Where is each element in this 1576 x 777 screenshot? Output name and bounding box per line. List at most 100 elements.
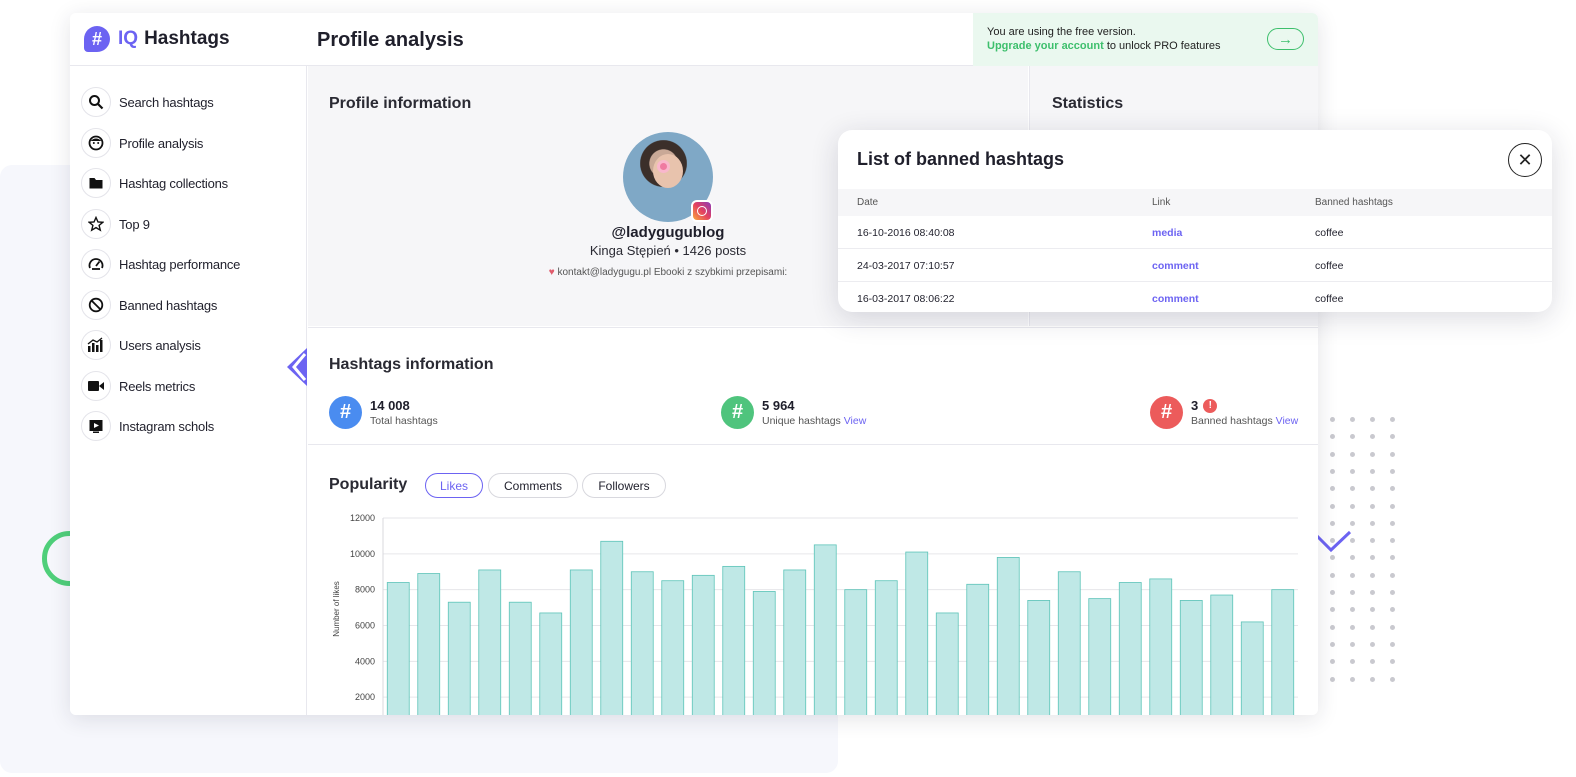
- bar[interactable]: [661, 580, 685, 715]
- bar[interactable]: [386, 582, 410, 716]
- bar[interactable]: [1271, 589, 1295, 715]
- column-header-link: Link: [1152, 197, 1171, 208]
- profile-information-title: Profile information: [329, 95, 472, 112]
- table-row: 16-03-2017 08:06:22 comment coffee: [838, 282, 1552, 312]
- y-tick-label: 6000: [355, 621, 375, 631]
- row-date: 24-03-2017 07:10:57: [857, 260, 955, 272]
- folder-icon: [81, 168, 111, 198]
- sidebar-item-label: Reels metrics: [119, 378, 196, 394]
- brand-iq: IQ: [118, 28, 139, 49]
- bar[interactable]: [1149, 578, 1173, 715]
- sidebar-item-search-hashtags[interactable]: Search hashtags: [81, 86, 214, 118]
- total-hashtags-caption: Total hashtags: [370, 415, 438, 427]
- unique-hashtags-caption-row: Unique hashtags View: [762, 415, 866, 427]
- row-hashtag: coffee: [1315, 293, 1344, 305]
- bar[interactable]: [1088, 598, 1112, 715]
- banner-unlock-text: to unlock PRO features: [1106, 40, 1221, 52]
- logo[interactable]: # IQ Hashtags: [84, 26, 230, 52]
- tab-comments[interactable]: Comments: [488, 473, 578, 498]
- unique-hashtags-view-link[interactable]: View: [844, 415, 867, 427]
- sidebar-item-top-9[interactable]: Top 9: [81, 208, 150, 240]
- unique-hashtags-value: 5 964: [762, 398, 795, 413]
- row-date: 16-03-2017 08:06:22: [857, 293, 955, 305]
- column-header-date: Date: [857, 197, 879, 208]
- bar[interactable]: [752, 591, 776, 715]
- sidebar-item-hashtag-collections[interactable]: Hashtag collections: [81, 167, 228, 199]
- bar[interactable]: [783, 569, 807, 715]
- app-window: # IQ Hashtags Profile analysis You are u…: [70, 13, 1318, 715]
- row-link[interactable]: comment: [1152, 260, 1199, 272]
- banned-hashtags-stat: # 3! Banned hashtags View: [1150, 396, 1298, 429]
- sidebar-item-label: Hashtag performance: [119, 256, 241, 272]
- popularity-title: Popularity: [329, 476, 408, 493]
- row-link[interactable]: comment: [1152, 293, 1199, 305]
- sidebar-item-label: Users analysis: [119, 337, 201, 353]
- bar[interactable]: [966, 583, 990, 715]
- banned-hashtags-caption: Banned hashtags: [1191, 415, 1273, 427]
- close-button[interactable]: ✕: [1508, 143, 1542, 177]
- bar[interactable]: [417, 573, 441, 715]
- tab-followers[interactable]: Followers: [582, 473, 666, 498]
- sidebar-item-profile-analysis[interactable]: Profile analysis: [81, 127, 203, 159]
- row-link[interactable]: media: [1152, 227, 1182, 239]
- sidebar-item-label: Top 9: [119, 216, 150, 232]
- bar[interactable]: [569, 569, 593, 715]
- sidebar-collapse-toggle[interactable]: [285, 346, 309, 388]
- sidebar-item-label: Banned hashtags: [119, 297, 218, 313]
- sidebar-item-label: Hashtag collections: [119, 175, 228, 191]
- star-icon: [81, 209, 111, 239]
- bar[interactable]: [1210, 594, 1234, 715]
- bar[interactable]: [600, 540, 624, 715]
- sidebar-item-instagram-schols[interactable]: Instagram schols: [81, 410, 214, 442]
- bar[interactable]: [478, 569, 502, 715]
- sidebar-item-users-analysis[interactable]: Users analysis: [81, 329, 201, 361]
- bar[interactable]: [722, 565, 746, 715]
- upgrade-account-link[interactable]: Upgrade your account: [987, 40, 1104, 52]
- statistics-title: Statistics: [1052, 95, 1124, 112]
- bar[interactable]: [691, 574, 715, 715]
- bar[interactable]: [1179, 600, 1203, 715]
- sidebar-item-banned-hashtags[interactable]: Banned hashtags: [81, 289, 217, 321]
- sidebar-item-hashtag-performance[interactable]: Hashtag performance: [81, 248, 240, 280]
- bar[interactable]: [508, 601, 532, 715]
- bar[interactable]: [1118, 582, 1142, 716]
- hashtags-information-section: Hashtags information # 14 008 Total hash…: [308, 327, 1318, 445]
- gauge-icon: [81, 249, 111, 279]
- upgrade-arrow-button[interactable]: →: [1267, 28, 1304, 50]
- y-tick-label: 8000: [355, 585, 375, 595]
- bar[interactable]: [630, 571, 654, 715]
- bar[interactable]: [539, 612, 563, 715]
- bar[interactable]: [1057, 571, 1081, 715]
- bar[interactable]: [874, 580, 898, 715]
- hashtag-icon: #: [1150, 396, 1183, 429]
- bar[interactable]: [813, 544, 837, 715]
- banned-hashtags-value-row: 3!: [1191, 398, 1298, 413]
- table-row: 24-03-2017 07:10:57 comment coffee: [838, 249, 1552, 282]
- bar[interactable]: [1240, 621, 1264, 715]
- table-row: 16-10-2016 08:40:08 media coffee: [838, 216, 1552, 249]
- avatar: [623, 132, 713, 222]
- page-title: Profile analysis: [317, 29, 464, 51]
- bar-chart-icon: [81, 330, 111, 360]
- banned-hashtags-view-link[interactable]: View: [1276, 415, 1299, 427]
- sidebar-item-reels-metrics[interactable]: Reels metrics: [81, 370, 195, 402]
- total-hashtags-value: 14 008: [370, 398, 410, 413]
- popularity-section: Popularity Likes Comments Followers 2000…: [308, 446, 1318, 715]
- bar[interactable]: [905, 551, 929, 715]
- banner-line2: Upgrade your account to unlock PRO featu…: [987, 40, 1221, 52]
- search-icon: [81, 87, 111, 117]
- heart-icon: ♥: [548, 267, 555, 278]
- sidebar: Search hashtags Profile analysis Hashtag…: [70, 66, 307, 715]
- bar[interactable]: [935, 612, 959, 715]
- tab-likes[interactable]: Likes: [425, 473, 483, 498]
- hashtag-icon: #: [329, 396, 362, 429]
- banned-hashtags-value: 3: [1191, 398, 1199, 413]
- bar[interactable]: [844, 589, 868, 715]
- play-box-icon: [81, 411, 111, 441]
- banner-free-version-text: You are using the free version.: [987, 26, 1136, 38]
- modal-title: List of banned hashtags: [857, 149, 1065, 169]
- bar[interactable]: [1027, 600, 1051, 715]
- bar[interactable]: [447, 601, 471, 715]
- hashtag-icon: #: [721, 396, 754, 429]
- bar[interactable]: [996, 557, 1020, 715]
